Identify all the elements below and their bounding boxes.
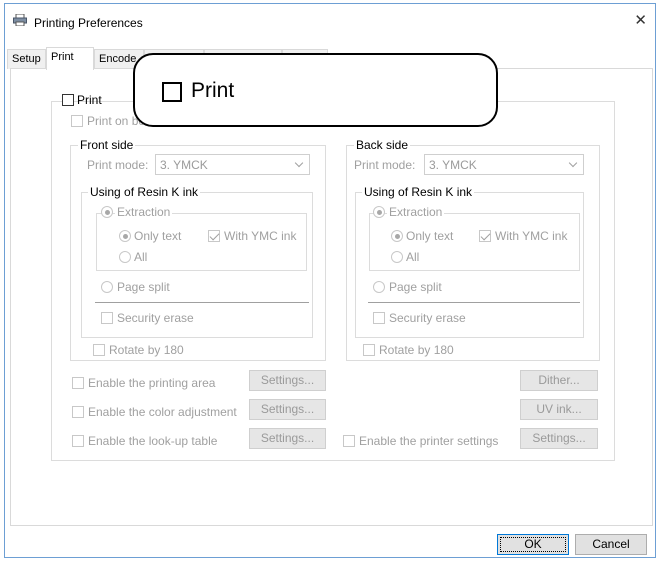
front-security-erase-checkbox[interactable] [101, 312, 113, 324]
back-divider [368, 302, 580, 303]
front-print-mode-value: 3. YMCK [160, 158, 208, 172]
front-extraction-radio[interactable] [101, 206, 113, 218]
front-resin-legend: Using of Resin K ink [88, 185, 201, 199]
front-print-mode-select[interactable]: 3. YMCK [155, 154, 310, 175]
back-side-legend: Back side [354, 138, 411, 152]
printer-icon [13, 14, 27, 26]
back-with-ymc-checkbox[interactable] [479, 230, 491, 242]
front-only-text-label: Only text [134, 229, 182, 243]
front-all-radio[interactable] [119, 251, 131, 263]
cancel-button-label: Cancel [592, 537, 630, 551]
color-adjustment-checkbox[interactable] [72, 406, 84, 418]
chevron-down-icon [568, 158, 578, 168]
back-only-text-radio[interactable] [391, 230, 403, 242]
back-page-split-radio[interactable] [373, 281, 385, 293]
lookup-table-label: Enable the look-up table [88, 434, 218, 448]
front-security-erase-label: Security erase [117, 311, 194, 325]
front-all-label: All [134, 250, 148, 264]
callout-print-checkbox [162, 82, 182, 102]
printer-settings-checkbox[interactable] [343, 435, 355, 447]
lookup-table-checkbox[interactable] [72, 435, 84, 447]
back-extraction-label: Extraction [387, 205, 445, 219]
callout-print-label: Print [191, 79, 235, 102]
uv-ink-button[interactable]: UV ink... [520, 399, 598, 420]
back-all-radio[interactable] [391, 251, 403, 263]
back-with-ymc-label: With YMC ink [495, 229, 568, 243]
back-print-mode-select[interactable]: 3. YMCK [424, 154, 584, 175]
front-print-mode-label: Print mode: [87, 158, 149, 172]
zoom-callout: Print [133, 53, 498, 127]
front-rotate-label: Rotate by 180 [109, 343, 184, 357]
back-resin-legend: Using of Resin K ink [362, 185, 475, 199]
tab-setup[interactable]: Setup [7, 49, 46, 69]
focus-ring [500, 537, 566, 552]
ok-button[interactable]: OK [497, 534, 569, 555]
printer-settings-label: Enable the printer settings [359, 434, 499, 448]
printing-area-checkbox[interactable] [72, 377, 84, 389]
window-title: Printing Preferences [34, 16, 143, 30]
back-print-mode-value: 3. YMCK [429, 158, 477, 172]
back-rotate-label: Rotate by 180 [379, 343, 454, 357]
back-page-split-label: Page split [389, 280, 442, 294]
print-label: Print [77, 93, 102, 107]
title-bar: Printing Preferences ✕ [5, 4, 655, 36]
tab-print-label: Print [51, 51, 74, 63]
front-page-split-radio[interactable] [101, 281, 113, 293]
cancel-button[interactable]: Cancel [575, 534, 647, 555]
back-extraction-radio[interactable] [373, 206, 385, 218]
print-on-both-checkbox[interactable] [71, 115, 83, 127]
back-security-erase-checkbox[interactable] [373, 312, 385, 324]
front-rotate-checkbox[interactable] [93, 344, 105, 356]
tab-setup-label: Setup [12, 53, 41, 65]
front-with-ymc-label: With YMC ink [224, 229, 297, 243]
print-checkbox[interactable] [62, 94, 74, 106]
front-with-ymc-checkbox[interactable] [208, 230, 220, 242]
back-print-mode-label: Print mode: [354, 158, 416, 172]
tab-print[interactable]: Print [46, 47, 94, 70]
printer-settings-button[interactable]: Settings... [520, 428, 598, 449]
back-only-text-label: Only text [406, 229, 454, 243]
close-icon[interactable]: ✕ [634, 13, 647, 28]
dither-button[interactable]: Dither... [520, 370, 598, 391]
lookup-table-settings-button[interactable]: Settings... [249, 428, 326, 449]
front-divider [95, 302, 309, 303]
back-all-label: All [406, 250, 420, 264]
front-page-split-label: Page split [117, 280, 170, 294]
chevron-down-icon [294, 158, 304, 168]
printing-area-label: Enable the printing area [88, 376, 216, 390]
tab-encode-label: Encode [99, 53, 137, 65]
back-security-erase-label: Security erase [389, 311, 466, 325]
front-only-text-radio[interactable] [119, 230, 131, 242]
color-adjustment-settings-button[interactable]: Settings... [249, 399, 326, 420]
printing-area-settings-button[interactable]: Settings... [249, 370, 326, 391]
front-extraction-label: Extraction [115, 205, 173, 219]
color-adjustment-label: Enable the color adjustment [88, 405, 237, 419]
back-rotate-checkbox[interactable] [363, 344, 375, 356]
front-side-legend: Front side [78, 138, 136, 152]
